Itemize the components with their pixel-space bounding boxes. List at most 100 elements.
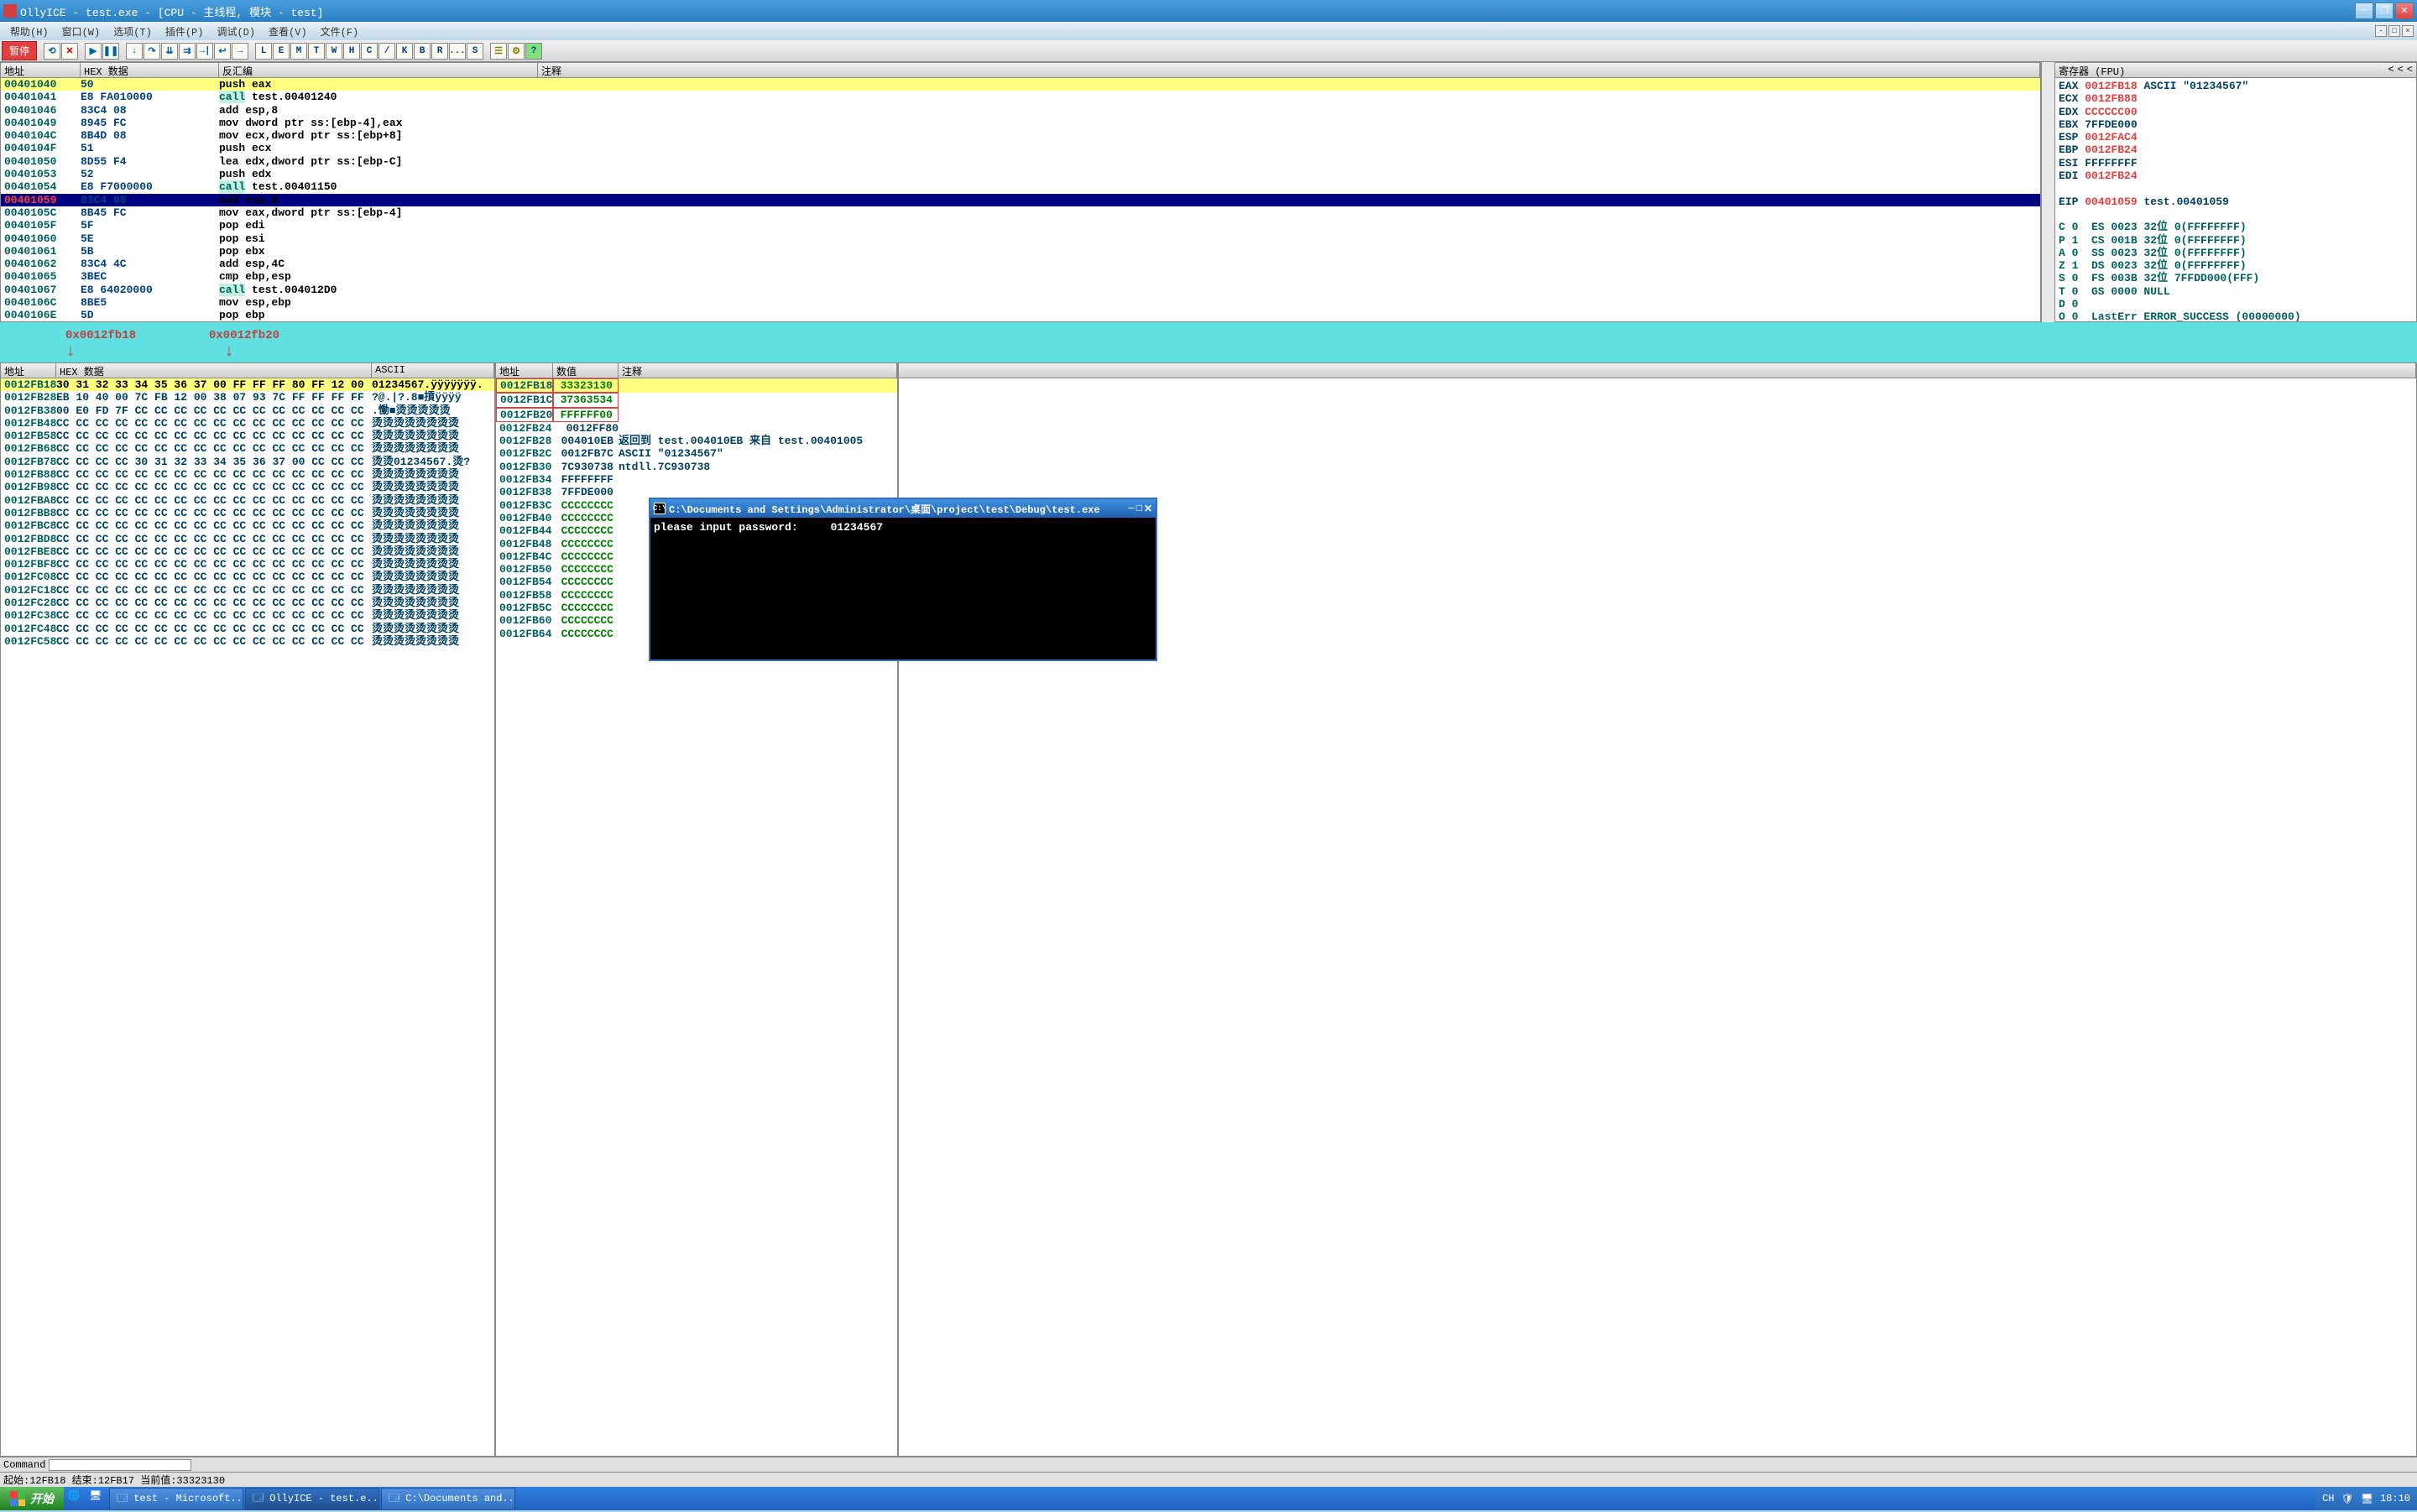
flag-line[interactable]: Z 1 DS 0023 32位 0(FFFFFFFF) — [2059, 259, 2413, 272]
start-button[interactable]: 开始 — [0, 1487, 64, 1510]
dump-row[interactable]: 0012FC28CC CC CC CC CC CC CC CC CC CC CC… — [1, 597, 494, 609]
close-button[interactable]: ✕ — [2395, 3, 2414, 19]
restart-icon[interactable]: ⟲ — [44, 43, 60, 60]
flag-line[interactable]: S 0 FS 003B 32位 7FFDD000(FFF) — [2059, 272, 2413, 284]
minimize-button[interactable]: ─ — [2355, 3, 2373, 19]
col-dis[interactable]: 反汇编 — [219, 63, 538, 77]
console-max[interactable]: □ — [1136, 503, 1142, 515]
maximize-button[interactable]: ❐ — [2375, 3, 2394, 19]
view-button-S[interactable]: S — [467, 43, 483, 60]
dump-row[interactable]: 0012FBB8CC CC CC CC CC CC CC CC CC CC CC… — [1, 507, 494, 519]
dump-row[interactable]: 0012FC48CC CC CC CC CC CC CC CC CC CC CC… — [1, 623, 494, 635]
view-button-H[interactable]: H — [343, 43, 360, 60]
hex-dump-pane[interactable]: 地址 HEX 数据 ASCII 0012FB1830 31 32 33 34 3… — [0, 362, 495, 1457]
flag-line[interactable]: D 0 — [2059, 298, 2413, 310]
pause-button[interactable]: 暂停 — [2, 41, 37, 60]
dump-row[interactable]: 0012FB98CC CC CC CC CC CC CC CC CC CC CC… — [1, 481, 494, 493]
cpu-row[interactable]: 004010615Bpop ebx — [1, 245, 2040, 258]
cpu-row[interactable]: 0040104050push eax — [1, 78, 2040, 91]
dump-row[interactable]: 0012FB68CC CC CC CC CC CC CC CC CC CC CC… — [1, 442, 494, 455]
return-icon[interactable]: ↩ — [214, 43, 231, 60]
view-button-T[interactable]: T — [308, 43, 325, 60]
help-icon[interactable]: ? — [525, 43, 542, 60]
taskbar-item[interactable]: 🗔 C:\Documents and... — [381, 1488, 515, 1510]
cpu-row[interactable]: 00401041E8 FA010000call test.00401240 — [1, 91, 2040, 103]
dump-row[interactable]: 0012FB1830 31 32 33 34 35 36 37 00 FF FF… — [1, 378, 494, 391]
flag-line[interactable]: C 0 ES 0023 32位 0(FFFFFFFF) — [2059, 221, 2413, 233]
stack-col-addr[interactable]: 地址 — [496, 363, 553, 378]
execute-till-icon[interactable]: →| — [196, 43, 213, 60]
settings-icon[interactable]: ☰ — [490, 43, 507, 60]
mdi-restore[interactable]: □ — [2388, 25, 2400, 37]
view-button-C[interactable]: C — [361, 43, 378, 60]
dump-row[interactable]: 0012FC08CC CC CC CC CC CC CC CC CC CC CC… — [1, 571, 494, 583]
dump-col-addr[interactable]: 地址 — [1, 363, 56, 378]
register-EDX[interactable]: EDX CCCCCC00 — [2059, 106, 2413, 118]
goto-icon[interactable]: → — [232, 43, 248, 60]
stack-col-comment[interactable]: 注释 — [619, 363, 897, 378]
tray-icon[interactable]: 🛡 — [2341, 1493, 2354, 1505]
dump-row[interactable]: 0012FC58CC CC CC CC CC CC CC CC CC CC CC… — [1, 635, 494, 648]
flag-line[interactable]: P 1 CS 001B 32位 0(FFFFFFFF) — [2059, 234, 2413, 247]
dump-row[interactable]: 0012FBE8CC CC CC CC CC CC CC CC CC CC CC… — [1, 545, 494, 558]
menu-item[interactable]: 窗口(W) — [55, 23, 107, 40]
console-output[interactable]: please input password: 01234567 — [650, 518, 1156, 537]
cpu-row[interactable]: 0040104C8B4D 08mov ecx,dword ptr ss:[ebp… — [1, 129, 2040, 142]
dump-row[interactable]: 0012FBD8CC CC CC CC CC CC CC CC CC CC CC… — [1, 533, 494, 545]
cpu-row[interactable]: 0040105F5Fpop edi — [1, 219, 2040, 232]
quicklaunch-ie[interactable]: 🌐 — [67, 1489, 84, 1506]
menu-item[interactable]: 选项(T) — [107, 23, 159, 40]
cpu-row[interactable]: 00401067E8 64020000call test.004012D0 — [1, 284, 2040, 296]
cpu-row[interactable]: 0040106C8BE5mov esp,ebp — [1, 296, 2040, 309]
options-icon[interactable]: ⚙ — [508, 43, 525, 60]
col-hex[interactable]: HEX 数据 — [81, 63, 219, 77]
register-EDI[interactable]: EDI 0012FB24 — [2059, 169, 2413, 182]
taskbar-item[interactable]: 🗔 OllyICE - test.e... — [245, 1488, 379, 1510]
system-tray[interactable]: CH 🛡 🖥 18:10 — [2315, 1487, 2417, 1510]
view-button-K[interactable]: K — [396, 43, 413, 60]
stack-row[interactable]: 0012FB24 0012FF80 — [496, 422, 897, 435]
menu-item[interactable]: 文件(F) — [314, 23, 366, 40]
dump-row[interactable]: 0012FC38CC CC CC CC CC CC CC CC CC CC CC… — [1, 609, 494, 622]
traceover-icon[interactable]: ⇉ — [179, 43, 196, 60]
ime-indicator[interactable]: CH — [2322, 1493, 2334, 1504]
menu-item[interactable]: 调试(D) — [210, 23, 262, 40]
cpu-row[interactable]: 0040106283C4 4Cadd esp,4C — [1, 258, 2040, 270]
view-button-M[interactable]: M — [290, 43, 307, 60]
cpu-row[interactable]: 00401054E8 F7000000call test.00401150 — [1, 180, 2040, 193]
command-input[interactable] — [49, 1459, 191, 1471]
stepover-icon[interactable]: ↷ — [144, 43, 160, 60]
dump-row[interactable]: 0012FB3800 E0 FD 7F CC CC CC CC CC CC CC… — [1, 404, 494, 417]
stack-row[interactable]: 0012FB20FFFFFF00 — [496, 408, 897, 422]
stack-row[interactable]: 0012FB28004010EB返回到 test.004010EB 来自 tes… — [496, 435, 897, 447]
view-button-R[interactable]: R — [431, 43, 448, 60]
flag-line[interactable]: O 0 LastErr ERROR_SUCCESS (00000000) — [2059, 310, 2413, 321]
reg-nav-left[interactable]: < — [2388, 64, 2394, 76]
dump-row[interactable]: 0012FB78CC CC CC CC 30 31 32 33 34 35 36… — [1, 456, 494, 468]
mdi-close[interactable]: × — [2402, 25, 2414, 37]
stack-row[interactable]: 0012FB1833323130 — [496, 378, 897, 393]
stack-row[interactable]: 0012FB2C0012FB7CASCII "01234567" — [496, 447, 897, 460]
cpu-row[interactable]: 0040105352push edx — [1, 168, 2040, 180]
mdi-minimize[interactable]: - — [2375, 25, 2387, 37]
col-comment[interactable]: 注释 — [538, 63, 2040, 77]
dump-row[interactable]: 0012FB28EB 10 40 00 7C FB 12 00 38 07 93… — [1, 391, 494, 404]
register-EAX[interactable]: EAX 0012FB18 ASCII "01234567" — [2059, 80, 2413, 92]
registers-pane[interactable]: 寄存器 (FPU) <<< EAX 0012FB18 ASCII "012345… — [2054, 62, 2417, 322]
console-window[interactable]: C:\ C:\Documents and Settings\Administra… — [649, 498, 1157, 661]
view-button-B[interactable]: B — [414, 43, 431, 60]
cpu-row[interactable]: 0040104683C4 08add esp,8 — [1, 104, 2040, 117]
reg-nav-left2[interactable]: < — [2398, 64, 2404, 76]
cpu-row[interactable]: 0040106E5Dpop ebp — [1, 309, 2040, 321]
pause-icon[interactable]: ❚❚ — [102, 43, 119, 60]
titlebar[interactable]: OllyICE - test.exe - [CPU - 主线程, 模块 - te… — [0, 0, 2417, 22]
register-EIP[interactable]: EIP 00401059 test.00401059 — [2059, 196, 2413, 208]
dump-row[interactable]: 0012FC18CC CC CC CC CC CC CC CC CC CC CC… — [1, 584, 494, 597]
console-close[interactable]: ✕ — [1144, 503, 1152, 515]
clock[interactable]: 18:10 — [2380, 1493, 2410, 1504]
cpu-row[interactable]: 0040104F51push ecx — [1, 142, 2040, 154]
cpu-row[interactable]: 0040105983C4 08add esp,8 — [1, 194, 2040, 206]
dump-row[interactable]: 0012FBC8CC CC CC CC CC CC CC CC CC CC CC… — [1, 519, 494, 532]
dump-col-ascii[interactable]: ASCII — [372, 363, 494, 378]
stack-row[interactable]: 0012FB307C930738ntdll.7C930738 — [496, 461, 897, 473]
